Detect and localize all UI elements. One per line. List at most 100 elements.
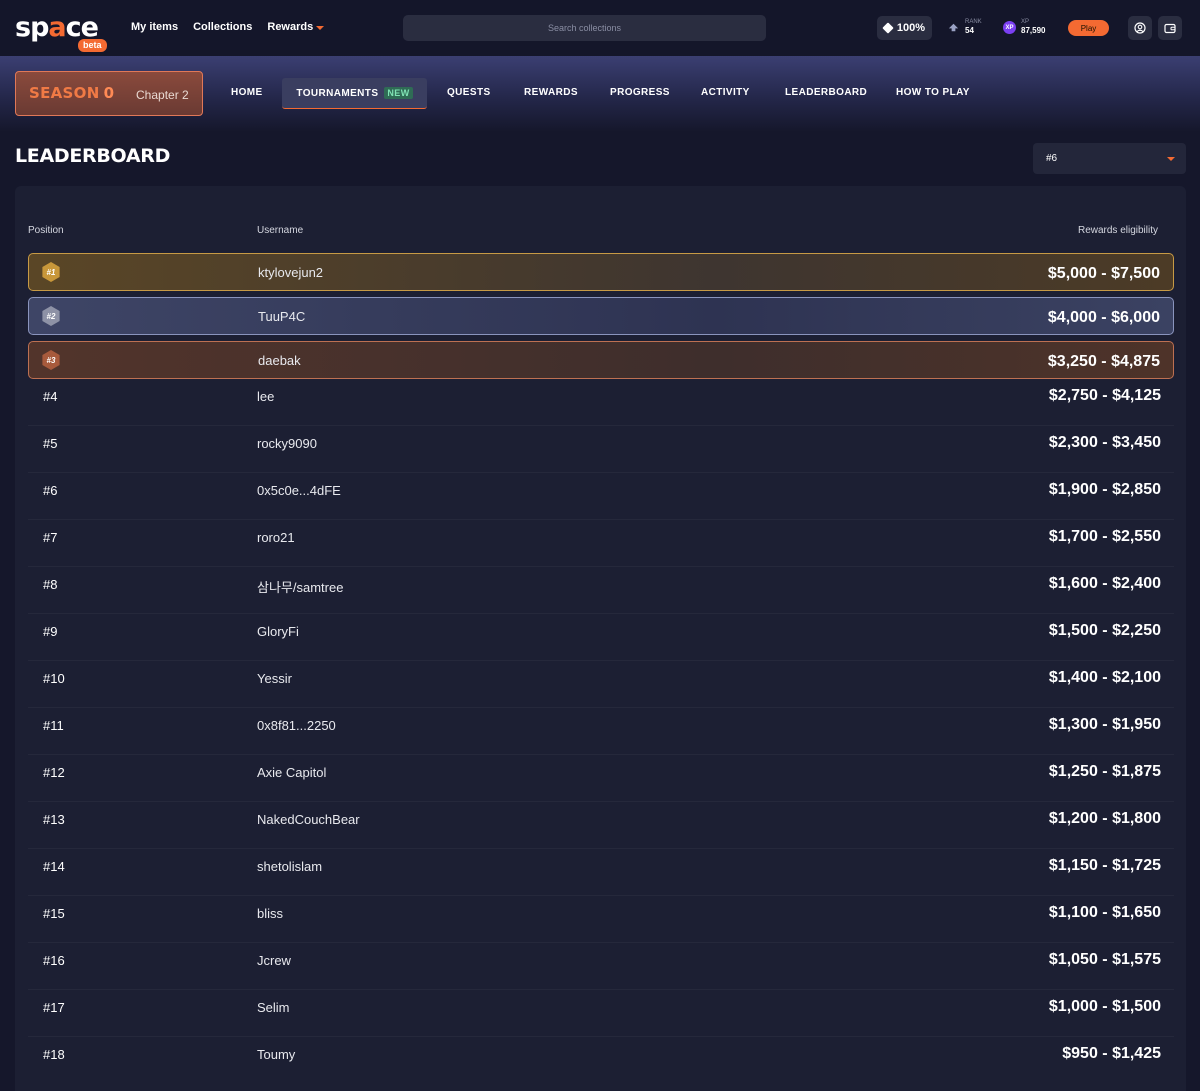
completion-chip[interactable]: 100% (877, 16, 932, 40)
chevron-down-icon (1167, 157, 1175, 161)
top-nav-rewards[interactable]: Rewards (267, 21, 325, 33)
bronze-medal-icon: #3 (42, 350, 60, 370)
column-header-username: Username (257, 225, 304, 236)
table-row[interactable]: #7 roro21 $1,700 - $2,550 (28, 520, 1174, 567)
table-row[interactable]: #3 daebak $3,250 - $4,875 (28, 341, 1174, 379)
diamond-icon (882, 22, 894, 34)
column-header-rewards: Rewards eligibility (1077, 225, 1158, 236)
rewards-cell: $3,250 - $4,875 (1047, 353, 1160, 370)
rewards-cell: $1,000 - $1,500 (1048, 998, 1161, 1015)
column-header-position: Position (28, 225, 64, 236)
xp-stat[interactable]: XP XP 87,590 (1003, 19, 1045, 36)
rewards-cell: $1,150 - $1,725 (1048, 857, 1161, 874)
username-cell: 0x5c0e...4dFE (257, 483, 341, 498)
table-row[interactable]: #18 Toumy $950 - $1,425 (28, 1037, 1174, 1084)
position-cell: #16 (43, 953, 65, 968)
top-nav: My items Collections Rewards (131, 21, 325, 33)
play-button[interactable]: Play (1068, 20, 1109, 36)
rewards-cell: $5,000 - $7,500 (1047, 265, 1160, 282)
rewards-cell: $1,700 - $2,550 (1048, 528, 1161, 545)
table-row[interactable]: #16 Jcrew $1,050 - $1,575 (28, 943, 1174, 990)
new-badge: NEW (384, 87, 413, 99)
table-row[interactable]: #8 삼나무/samtree $1,600 - $2,400 (28, 567, 1174, 614)
search-input[interactable] (403, 15, 766, 41)
username-cell: 0x8f81...2250 (257, 718, 336, 733)
leaderboard-table: Position Username Rewards eligibility #1… (15, 186, 1186, 1091)
username-cell: bliss (257, 906, 284, 921)
logo[interactable]: space beta (15, 14, 107, 52)
tab-tournaments[interactable]: TOURNAMENTS NEW (282, 78, 427, 109)
tab-leaderboard[interactable]: LEADERBOARD (785, 87, 867, 98)
rewards-cell: $1,600 - $2,400 (1048, 575, 1161, 592)
table-row[interactable]: #1 ktylovejun2 $5,000 - $7,500 (28, 253, 1174, 291)
position-cell: #18 (43, 1047, 65, 1062)
rewards-cell: $4,000 - $6,000 (1047, 309, 1160, 326)
wallet-icon (1164, 23, 1176, 34)
table-row[interactable]: #15 bliss $1,100 - $1,650 (28, 896, 1174, 943)
position-cell: #6 (43, 483, 58, 498)
account-button[interactable] (1128, 16, 1152, 40)
rank-stat[interactable]: RANK 54 (947, 19, 982, 36)
season-nav-band: SEASON 0 Chapter 2 HOME TOURNAMENTS NEW Q… (0, 56, 1200, 132)
username-cell: Yessir (257, 671, 292, 686)
table-header: Position Username Rewards eligibility (15, 225, 1186, 237)
table-row[interactable]: #2 TuuP4C $4,000 - $6,000 (28, 297, 1174, 335)
silver-medal-icon: #2 (42, 306, 60, 326)
rewards-cell: $1,900 - $2,850 (1048, 481, 1161, 498)
tab-rewards[interactable]: REWARDS (524, 87, 578, 98)
username-cell: shetolislam (257, 859, 323, 874)
tab-how-to-play[interactable]: HOW TO PLAY (896, 87, 970, 98)
username-cell: GloryFi (257, 624, 299, 639)
position-filter-select[interactable]: #6 (1033, 143, 1186, 174)
tab-activity[interactable]: ACTIVITY (701, 87, 750, 98)
position-cell: #14 (43, 859, 65, 874)
table-row[interactable]: #11 0x8f81...2250 $1,300 - $1,950 (28, 708, 1174, 755)
rewards-cell: $1,400 - $2,100 (1048, 669, 1161, 686)
select-value: #6 (1046, 153, 1058, 164)
username-cell: ktylovejun2 (258, 265, 324, 280)
tab-progress[interactable]: PROGRESS (610, 87, 670, 98)
position-cell: #7 (43, 530, 58, 545)
username-cell: roro21 (257, 530, 295, 545)
username-cell: daebak (258, 353, 301, 368)
position-cell: #4 (43, 389, 58, 404)
table-row[interactable]: #5 rocky9090 $2,300 - $3,450 (28, 426, 1174, 473)
main-nav: HOME TOURNAMENTS NEW QUESTS REWARDS PROG… (0, 56, 1200, 132)
top-nav-collections[interactable]: Collections (193, 21, 252, 33)
rewards-cell: $1,050 - $1,575 (1048, 951, 1161, 968)
rewards-cell: $2,300 - $3,450 (1048, 434, 1161, 451)
username-cell: Jcrew (257, 953, 291, 968)
position-cell: #5 (43, 436, 58, 451)
rewards-cell: $1,200 - $1,800 (1048, 810, 1161, 827)
tab-home[interactable]: HOME (231, 87, 263, 98)
table-row[interactable]: #4 lee $2,750 - $4,125 (28, 379, 1174, 426)
table-row[interactable]: #17 Selim $1,000 - $1,500 (28, 990, 1174, 1037)
beta-badge: beta (78, 39, 107, 52)
position-cell: #13 (43, 812, 65, 827)
position-cell: #17 (43, 1000, 65, 1015)
username-cell: Selim (257, 1000, 290, 1015)
table-row[interactable]: #6 0x5c0e...4dFE $1,900 - $2,850 (28, 473, 1174, 520)
rewards-cell: $1,500 - $2,250 (1048, 622, 1161, 639)
top-nav-my-items[interactable]: My items (131, 21, 178, 33)
table-row[interactable]: #13 NakedCouchBear $1,200 - $1,800 (28, 802, 1174, 849)
username-cell: NakedCouchBear (257, 812, 360, 827)
table-row[interactable]: #9 GloryFi $1,500 - $2,250 (28, 614, 1174, 661)
rewards-cell: $950 - $1,425 (1062, 1045, 1161, 1062)
position-cell: #11 (43, 718, 64, 733)
rewards-cell: $2,750 - $4,125 (1048, 387, 1161, 404)
rewards-cell: $1,100 - $1,650 (1048, 904, 1161, 921)
tab-quests[interactable]: QUESTS (447, 87, 491, 98)
username-cell: lee (257, 389, 275, 404)
position-cell: #10 (43, 671, 65, 686)
wallet-button[interactable] (1158, 16, 1182, 40)
rewards-cell: $1,250 - $1,875 (1048, 763, 1161, 780)
user-circle-icon (1134, 22, 1146, 34)
table-row[interactable]: #10 Yessir $1,400 - $2,100 (28, 661, 1174, 708)
table-row[interactable]: #12 Axie Capitol $1,250 - $1,875 (28, 755, 1174, 802)
username-cell: Toumy (257, 1047, 296, 1062)
position-cell: #15 (43, 906, 65, 921)
xp-icon: XP (1003, 21, 1016, 34)
username-cell: Axie Capitol (257, 765, 327, 780)
table-row[interactable]: #14 shetolislam $1,150 - $1,725 (28, 849, 1174, 896)
